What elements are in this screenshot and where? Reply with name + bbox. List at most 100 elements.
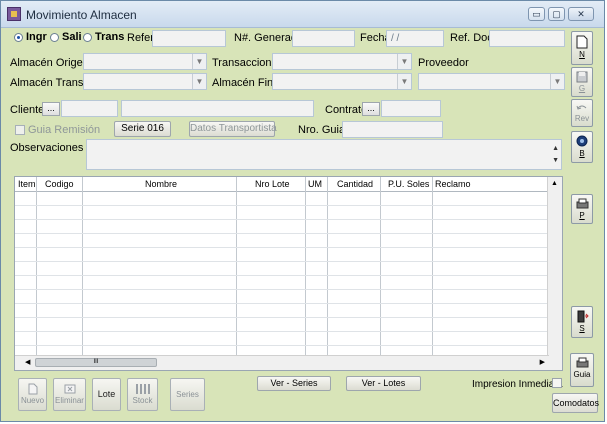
datos-transportista-button[interactable]: Datos Transportista xyxy=(189,121,277,137)
col-um[interactable]: UM xyxy=(308,179,322,189)
grid-column-divider xyxy=(82,177,83,355)
grid-column-divider xyxy=(432,177,433,355)
chevron-down-icon: ▼ xyxy=(550,74,564,89)
window-title: Movimiento Almacen xyxy=(26,8,137,22)
series-button[interactable]: Series xyxy=(170,378,205,411)
radio-sali[interactable] xyxy=(50,33,59,42)
grid-column-divider xyxy=(305,177,306,355)
chevron-down-icon: ▼ xyxy=(397,74,411,89)
almacen-transf-combo[interactable]: ▼ xyxy=(83,73,207,90)
radio-sali-label: Sali xyxy=(62,31,82,43)
col-item[interactable]: Item xyxy=(18,179,36,189)
proveedor-label: Proveedor xyxy=(418,57,469,69)
grid-column-divider xyxy=(36,177,37,355)
guia-toolbar-button[interactable]: Guia xyxy=(570,353,594,387)
grabar-toolbar-button[interactable]: G xyxy=(571,67,593,97)
grid-row-line xyxy=(15,205,549,206)
radio-ingr[interactable] xyxy=(14,33,23,42)
scroll-up-icon[interactable]: ▲ xyxy=(551,180,558,187)
impresion-inmediata-checkbox[interactable] xyxy=(552,378,562,388)
rev-toolbar-button[interactable]: Rev xyxy=(571,99,593,127)
buscar-toolbar-button[interactable]: B xyxy=(571,131,593,163)
cliente-name-input[interactable] xyxy=(121,100,314,117)
nro-guia-input[interactable] xyxy=(342,121,443,138)
grid-row-line xyxy=(15,289,549,290)
grid-row-line xyxy=(15,219,549,220)
cliente-code-input[interactable] xyxy=(61,100,118,117)
scroll-right-icon[interactable]: ▶ xyxy=(540,358,545,366)
serie-button[interactable]: Serie 016 xyxy=(114,121,171,137)
grid-row-line xyxy=(15,331,549,332)
proveedor-combo[interactable]: ▼ xyxy=(418,73,565,90)
minimize-button[interactable]: ▭ xyxy=(528,7,545,21)
col-pu-soles[interactable]: P.U. Soles xyxy=(388,179,429,189)
guia-remision-label: Guia Remisión xyxy=(28,124,101,136)
col-nro-lote[interactable]: Nro Lote xyxy=(255,179,290,189)
exit-door-icon xyxy=(577,310,589,323)
search-icon xyxy=(576,135,587,147)
grid-column-divider xyxy=(236,177,237,355)
refer-input[interactable] xyxy=(152,30,226,47)
maximize-button[interactable]: ▢ xyxy=(548,7,565,21)
chevron-down-icon: ▼ xyxy=(192,74,206,89)
grid-column-divider xyxy=(380,177,381,355)
col-codigo[interactable]: Codigo xyxy=(45,179,74,189)
grid-row-line xyxy=(15,275,549,276)
contrato-search-button[interactable]: ... xyxy=(362,102,380,116)
grid-row-line xyxy=(15,233,549,234)
nro-guia-label: Nro. Guia xyxy=(298,124,346,136)
app-icon xyxy=(7,7,21,21)
col-nombre[interactable]: Nombre xyxy=(145,179,177,189)
grid-row-line xyxy=(15,247,549,248)
almacen-final-combo[interactable]: ▼ xyxy=(272,73,412,90)
transaccion-combo[interactable]: ▼ xyxy=(272,53,412,70)
impresion-inmediata-label: Impresion Inmediata xyxy=(472,379,563,390)
contrato-input[interactable] xyxy=(381,100,441,117)
imprimir-toolbar-button[interactable]: P xyxy=(571,194,593,224)
fecha-input[interactable]: / / xyxy=(386,30,444,47)
col-cantidad[interactable]: Cantidad xyxy=(337,179,373,189)
grid-vertical-scrollbar[interactable]: ▲ xyxy=(547,177,562,370)
delete-icon xyxy=(64,384,75,394)
eliminar-item-button[interactable]: Eliminar xyxy=(53,378,86,411)
new-document-icon xyxy=(576,35,588,49)
radio-trans-label: Trans xyxy=(95,31,125,43)
grid-row-line xyxy=(15,261,549,262)
observaciones-textarea[interactable]: ▲ ▼ xyxy=(86,139,562,170)
grid-row-line xyxy=(15,303,549,304)
salir-toolbar-button[interactable]: S xyxy=(571,306,593,338)
ver-series-button[interactable]: Ver - Series xyxy=(257,376,331,391)
generado-input[interactable] xyxy=(292,30,355,47)
radio-trans[interactable] xyxy=(83,33,92,42)
radio-ingr-label: Ingr xyxy=(26,31,47,43)
grid-header: Item Codigo Nombre Nro Lote UM Cantidad … xyxy=(15,177,549,192)
guia-remision-checkbox[interactable] xyxy=(15,125,25,135)
comodatos-button[interactable]: Comodatos xyxy=(552,393,599,413)
stock-bars-icon xyxy=(135,384,150,394)
grid-row-line xyxy=(15,345,549,346)
chevron-down-icon: ▼ xyxy=(397,54,411,69)
ref-doc-input[interactable] xyxy=(489,30,565,47)
scroll-left-icon[interactable]: ◀ xyxy=(25,358,30,366)
close-button[interactable]: ✕ xyxy=(568,7,594,21)
grid-horizontal-scrollbar[interactable]: ◀ III ▶ xyxy=(15,355,549,370)
ver-lotes-button[interactable]: Ver - Lotes xyxy=(346,376,421,391)
observaciones-label: Observaciones xyxy=(10,142,84,154)
col-reclamo[interactable]: Reclamo xyxy=(435,179,471,189)
nuevo-item-button[interactable]: Nuevo xyxy=(18,378,47,411)
title-bar[interactable]: Movimiento Almacen ▭ ▢ ✕ xyxy=(1,1,604,28)
printer-icon xyxy=(576,198,588,209)
printer-icon xyxy=(576,357,588,368)
chevron-down-icon: ▼ xyxy=(192,54,206,69)
cliente-search-button[interactable]: ... xyxy=(42,102,60,116)
nuevo-toolbar-button[interactable]: N xyxy=(571,31,593,65)
grid-row-line xyxy=(15,317,549,318)
lote-button[interactable]: Lote xyxy=(92,378,121,411)
stock-button[interactable]: Stock xyxy=(127,378,158,411)
scroll-down-icon[interactable]: ▼ xyxy=(552,153,559,168)
save-icon xyxy=(576,71,588,83)
movimiento-almacen-window: Movimiento Almacen ▭ ▢ ✕ Ingr Sali Trans… xyxy=(0,0,605,422)
items-grid[interactable]: Item Codigo Nombre Nro Lote UM Cantidad … xyxy=(14,176,563,371)
almacen-origen-combo[interactable]: ▼ xyxy=(83,53,207,70)
scroll-thumb[interactable]: III xyxy=(35,358,157,367)
